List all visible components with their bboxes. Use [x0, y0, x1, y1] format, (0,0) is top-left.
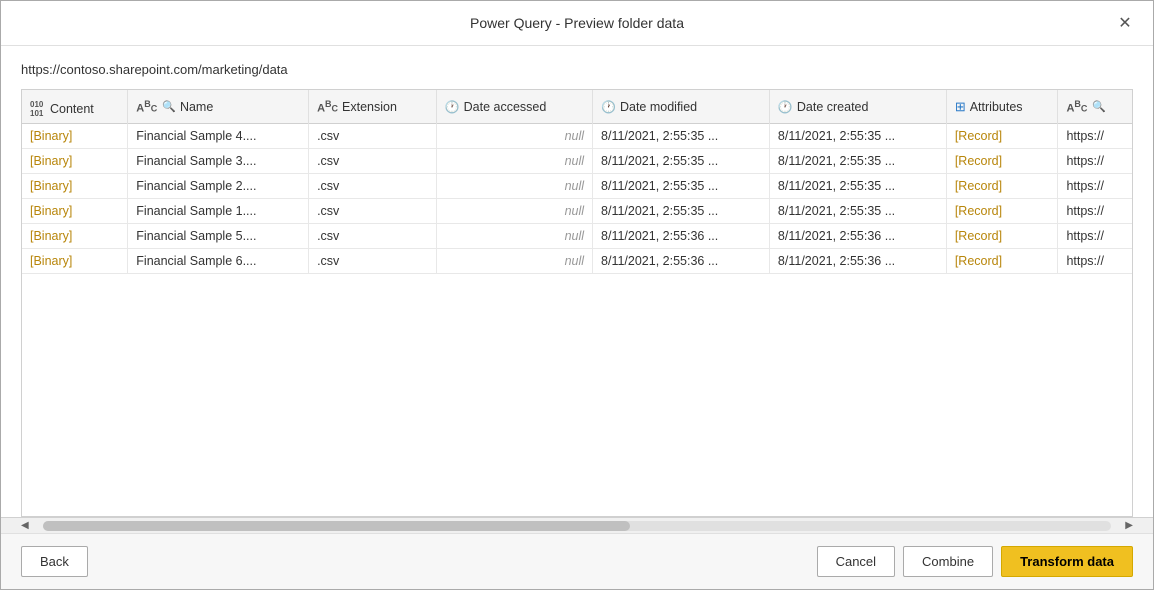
cell-date_created: 8/11/2021, 2:55:36 ...: [769, 224, 946, 249]
cell-date_created: 8/11/2021, 2:55:35 ...: [769, 149, 946, 174]
col-header-date-accessed[interactable]: 🕐 Date accessed: [436, 90, 592, 124]
cell-url: https://: [1058, 224, 1132, 249]
cell-date_modified: 8/11/2021, 2:55:35 ...: [593, 174, 770, 199]
table-row: [Binary]Financial Sample 5.....csvnull8/…: [22, 224, 1132, 249]
data-table: 010101 Content ABC 🔍 Name: [22, 90, 1132, 274]
cell-extension: .csv: [309, 174, 437, 199]
cell-extension: .csv: [309, 149, 437, 174]
cell-attributes: [Record]: [946, 199, 1058, 224]
cell-content: [Binary]: [22, 174, 128, 199]
cell-date_modified: 8/11/2021, 2:55:36 ...: [593, 224, 770, 249]
table-row: [Binary]Financial Sample 4.....csvnull8/…: [22, 124, 1132, 149]
title-bar: Power Query - Preview folder data ✕: [1, 1, 1153, 46]
abc-icon-name: ABC: [136, 99, 157, 115]
cell-url: https://: [1058, 174, 1132, 199]
cell-extension: .csv: [309, 249, 437, 274]
abc-icon-ext: ABC: [317, 99, 338, 115]
cell-name: Financial Sample 3....: [128, 149, 309, 174]
cell-url: https://: [1058, 249, 1132, 274]
cell-attributes: [Record]: [946, 224, 1058, 249]
cell-date_created: 8/11/2021, 2:55:35 ...: [769, 124, 946, 149]
scrollbar-track[interactable]: [43, 521, 1112, 531]
footer: Back Cancel Combine Transform data: [1, 533, 1153, 589]
binary-icon: 010101: [30, 101, 46, 117]
cell-date_accessed: null: [436, 149, 592, 174]
col-header-extension[interactable]: ABC Extension: [309, 90, 437, 124]
col-header-url[interactable]: ABC 🔍: [1058, 90, 1132, 124]
url-label: https://contoso.sharepoint.com/marketing…: [21, 62, 1133, 77]
cell-extension: .csv: [309, 199, 437, 224]
cell-url: https://: [1058, 124, 1132, 149]
cell-content: [Binary]: [22, 249, 128, 274]
col-header-content[interactable]: 010101 Content: [22, 90, 128, 124]
cell-date_accessed: null: [436, 124, 592, 149]
transform-data-button[interactable]: Transform data: [1001, 546, 1133, 577]
abc-icon-url: ABC: [1066, 99, 1087, 115]
col-header-name[interactable]: ABC 🔍 Name: [128, 90, 309, 124]
cancel-button[interactable]: Cancel: [817, 546, 895, 577]
back-button[interactable]: Back: [21, 546, 88, 577]
cell-url: https://: [1058, 199, 1132, 224]
col-header-date-modified[interactable]: 🕐 Date modified: [593, 90, 770, 124]
datetime-icon-created: 🕐: [778, 100, 793, 114]
horizontal-scrollbar[interactable]: ◀ ▶: [1, 517, 1153, 533]
cell-date_created: 8/11/2021, 2:55:36 ...: [769, 249, 946, 274]
cell-date_accessed: null: [436, 224, 592, 249]
cell-name: Financial Sample 4....: [128, 124, 309, 149]
footer-right: Cancel Combine Transform data: [817, 546, 1133, 577]
table-row: [Binary]Financial Sample 6.....csvnull8/…: [22, 249, 1132, 274]
dialog: Power Query - Preview folder data ✕ http…: [0, 0, 1154, 590]
dialog-title: Power Query - Preview folder data: [41, 15, 1113, 31]
col-header-date-created[interactable]: 🕐 Date created: [769, 90, 946, 124]
datetime-icon-accessed: 🕐: [445, 100, 460, 114]
cell-extension: .csv: [309, 224, 437, 249]
cell-content: [Binary]: [22, 199, 128, 224]
cell-name: Financial Sample 6....: [128, 249, 309, 274]
cell-date_accessed: null: [436, 249, 592, 274]
cell-date_modified: 8/11/2021, 2:55:36 ...: [593, 249, 770, 274]
cell-date_accessed: null: [436, 174, 592, 199]
footer-left: Back: [21, 546, 88, 577]
table-icon-attributes: ⊞: [955, 99, 966, 115]
cell-date_modified: 8/11/2021, 2:55:35 ...: [593, 199, 770, 224]
scroll-right-arrow[interactable]: ▶: [1125, 520, 1133, 531]
cell-attributes: [Record]: [946, 249, 1058, 274]
scrollbar-thumb[interactable]: [43, 521, 631, 531]
table-row: [Binary]Financial Sample 1.....csvnull8/…: [22, 199, 1132, 224]
cell-date_accessed: null: [436, 199, 592, 224]
close-button[interactable]: ✕: [1113, 11, 1137, 35]
table-body: [Binary]Financial Sample 4.....csvnull8/…: [22, 124, 1132, 274]
cell-date_modified: 8/11/2021, 2:55:35 ...: [593, 149, 770, 174]
cell-name: Financial Sample 5....: [128, 224, 309, 249]
table-row: [Binary]Financial Sample 3.....csvnull8/…: [22, 149, 1132, 174]
search-icon-name: 🔍: [162, 100, 176, 113]
cell-date_created: 8/11/2021, 2:55:35 ...: [769, 199, 946, 224]
cell-attributes: [Record]: [946, 149, 1058, 174]
scroll-left-arrow[interactable]: ◀: [21, 520, 29, 531]
cell-attributes: [Record]: [946, 174, 1058, 199]
content-area: https://contoso.sharepoint.com/marketing…: [1, 46, 1153, 517]
cell-extension: .csv: [309, 124, 437, 149]
cell-content: [Binary]: [22, 149, 128, 174]
cell-url: https://: [1058, 149, 1132, 174]
cell-content: [Binary]: [22, 124, 128, 149]
search-icon-url: 🔍: [1092, 100, 1106, 113]
datetime-icon-modified: 🕐: [601, 100, 616, 114]
cell-name: Financial Sample 2....: [128, 174, 309, 199]
table-container: 010101 Content ABC 🔍 Name: [21, 89, 1133, 517]
cell-date_modified: 8/11/2021, 2:55:35 ...: [593, 124, 770, 149]
cell-content: [Binary]: [22, 224, 128, 249]
table-row: [Binary]Financial Sample 2.....csvnull8/…: [22, 174, 1132, 199]
cell-name: Financial Sample 1....: [128, 199, 309, 224]
table-scroll[interactable]: 010101 Content ABC 🔍 Name: [22, 90, 1132, 516]
col-header-attributes[interactable]: ⊞ Attributes: [946, 90, 1058, 124]
combine-button[interactable]: Combine: [903, 546, 993, 577]
cell-attributes: [Record]: [946, 124, 1058, 149]
table-header-row: 010101 Content ABC 🔍 Name: [22, 90, 1132, 124]
cell-date_created: 8/11/2021, 2:55:35 ...: [769, 174, 946, 199]
